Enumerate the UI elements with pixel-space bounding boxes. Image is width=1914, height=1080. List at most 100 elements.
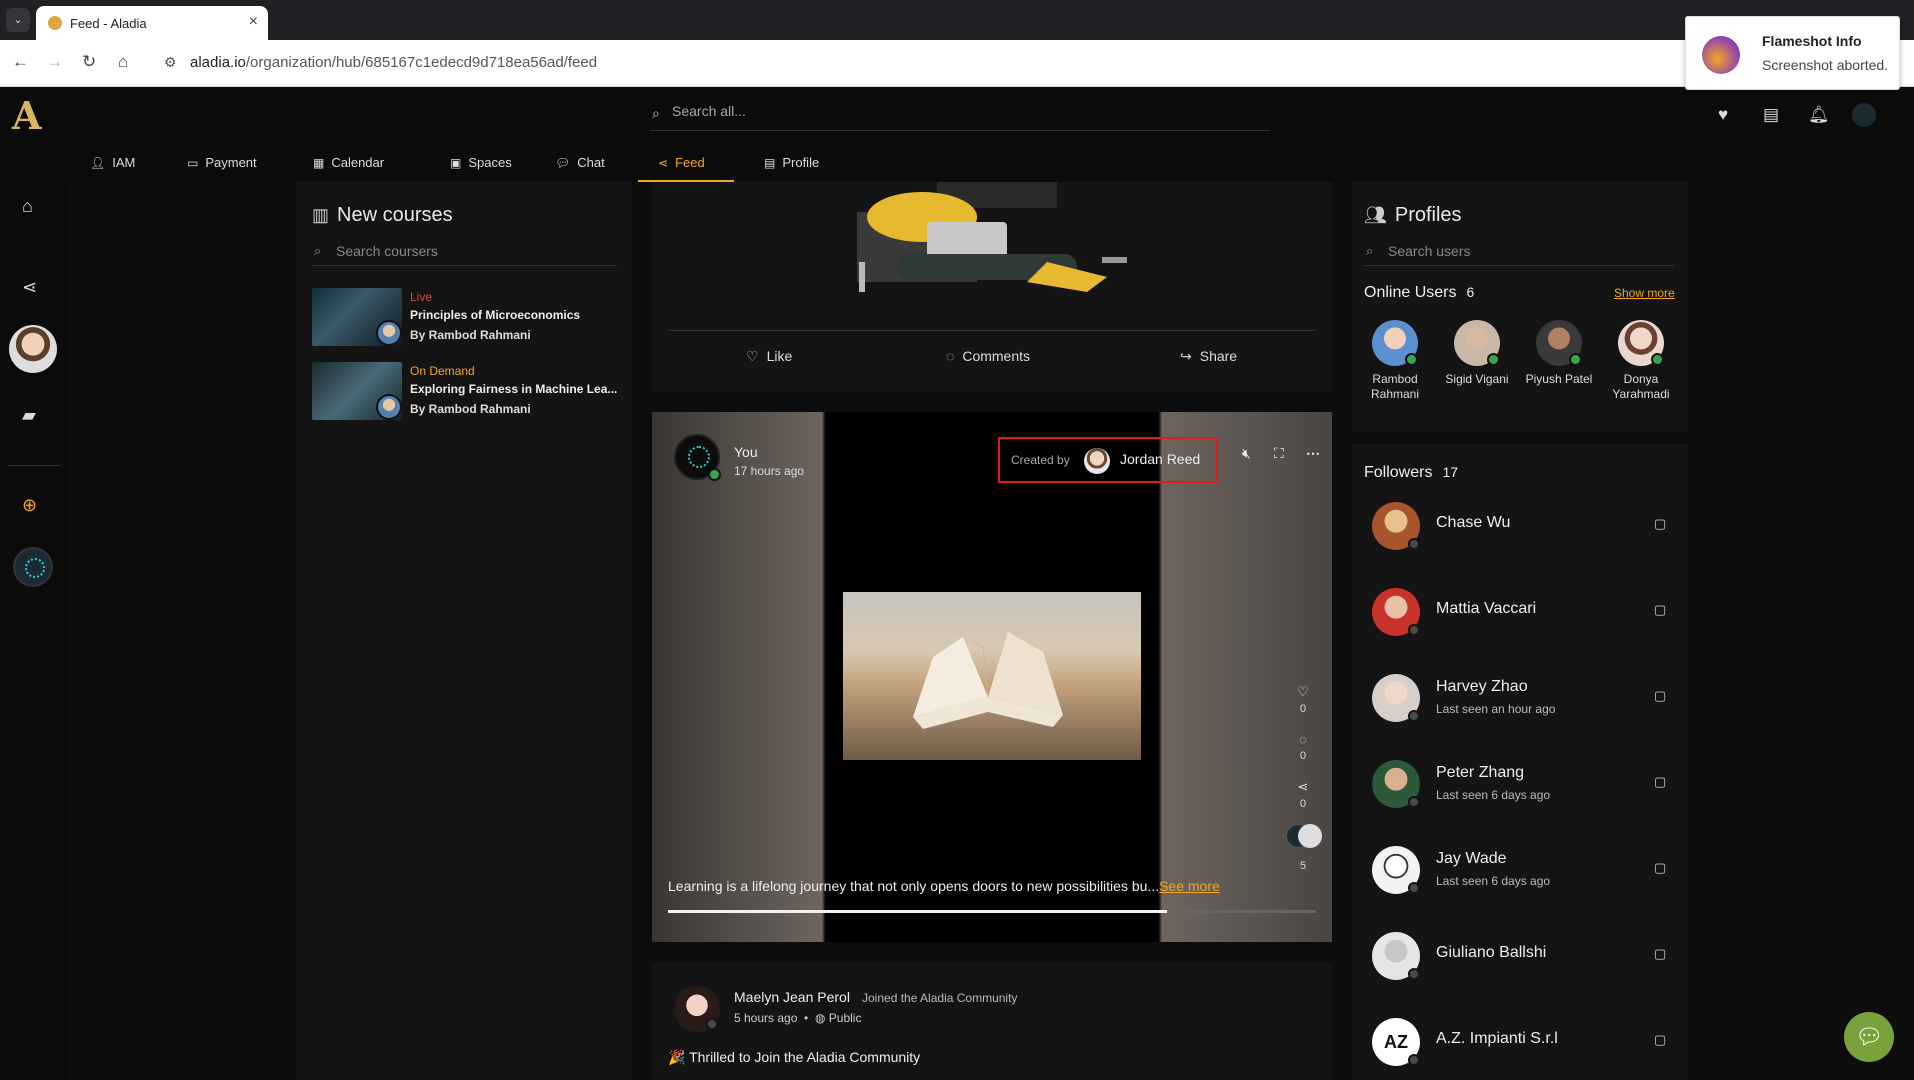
message-icon[interactable]: ▢ bbox=[1654, 1032, 1666, 1048]
follower-avatar bbox=[1372, 674, 1420, 722]
post-timestamp: 17 hours ago bbox=[734, 464, 805, 478]
messages-icon[interactable]: ▤ bbox=[1763, 105, 1779, 125]
menu-item-feed[interactable]: ⋖ Feed bbox=[638, 144, 734, 182]
user-search-input[interactable] bbox=[1388, 243, 1648, 259]
follower-item[interactable]: Mattia Vaccari ▢ bbox=[1372, 588, 1672, 638]
menu-item-calendar[interactable]: ▦ Calendar bbox=[313, 144, 384, 182]
created-by-badge[interactable]: Created by Jordan Reed bbox=[998, 437, 1218, 483]
organization-avatar[interactable] bbox=[13, 547, 53, 587]
video-views: 5 bbox=[1299, 860, 1307, 872]
post-body: 🎉 Thrilled to Join the Aladia Community bbox=[668, 1049, 921, 1065]
tab-list-dropdown[interactable]: ⌄ bbox=[6, 8, 30, 32]
offline-status-dot bbox=[1408, 882, 1420, 894]
back-icon[interactable]: ← bbox=[12, 52, 29, 72]
section-divider bbox=[1352, 432, 1688, 444]
post-author-name[interactable]: Maelyn Jean Perol bbox=[734, 989, 850, 1005]
reload-icon[interactable]: ↻ bbox=[82, 52, 96, 72]
post-author-name[interactable]: You bbox=[734, 444, 758, 460]
video-caption: Learning is a lifelong journey that not … bbox=[668, 878, 1220, 894]
aladia-logo-icon[interactable]: A bbox=[12, 93, 56, 139]
site-info-icon[interactable]: ⚙ bbox=[164, 54, 177, 71]
message-icon[interactable]: ▢ bbox=[1654, 774, 1666, 790]
add-icon[interactable]: ⊕ bbox=[22, 495, 37, 516]
aladia-app: A ⌕ ♥ ▤ 🔔︎ 👤︎IAM ▭Payment ▦Calendar ▣Spa… bbox=[0, 87, 1914, 1080]
message-icon[interactable]: ▢ bbox=[1654, 602, 1666, 618]
menu-item-spaces[interactable]: ▣ Spaces bbox=[450, 144, 512, 182]
profiles-panel: 👥︎Profiles ⌕ Online Users6 Show more Ram… bbox=[1352, 182, 1688, 1080]
mute-icon[interactable]: 🔇︎ bbox=[1242, 445, 1251, 462]
store-icon[interactable]: ⌂ bbox=[22, 196, 33, 217]
see-more-link[interactable]: See more bbox=[1159, 878, 1220, 894]
globe-icon: ◍ bbox=[814, 1011, 826, 1025]
video-frame[interactable] bbox=[843, 592, 1141, 760]
follower-avatar bbox=[1372, 846, 1420, 894]
notification-message: Screenshot aborted. bbox=[1762, 57, 1889, 73]
post-visibility: Public bbox=[828, 1011, 862, 1025]
video-post-card[interactable]: You 17 hours ago Created by Jordan Reed … bbox=[652, 412, 1332, 942]
forward-icon[interactable]: → bbox=[46, 52, 63, 72]
online-user[interactable]: Donya Yarahmadi bbox=[1600, 320, 1682, 402]
post-author-avatar[interactable] bbox=[674, 434, 721, 481]
course-search-input[interactable] bbox=[336, 243, 596, 259]
show-more-link[interactable]: Show more bbox=[1614, 286, 1675, 300]
offline-status-dot bbox=[706, 1018, 718, 1030]
course-item[interactable]: On Demand Exploring Fairness in Machine … bbox=[312, 362, 630, 422]
bell-icon[interactable]: 🔔︎ bbox=[1808, 105, 1830, 125]
follower-item[interactable]: Chase Wu ▢ bbox=[1372, 502, 1672, 552]
support-chat-button[interactable]: 💬︎ bbox=[1844, 1012, 1894, 1062]
video-progress-fill bbox=[668, 910, 1167, 913]
offline-status-dot bbox=[1408, 710, 1420, 722]
fullscreen-icon[interactable]: ⛶ bbox=[1274, 445, 1284, 462]
online-user[interactable]: Piyush Patel bbox=[1518, 320, 1600, 387]
share-icon[interactable]: ⋖ bbox=[22, 277, 37, 298]
menu-item-iam[interactable]: 👤︎ IAM bbox=[90, 144, 135, 182]
course-search[interactable]: ⌕ bbox=[312, 240, 617, 266]
video-likes[interactable]: ♡ 0 bbox=[1288, 684, 1318, 715]
online-user[interactable]: Rambod Rahmani bbox=[1354, 320, 1436, 402]
flameshot-logo-icon bbox=[1702, 36, 1740, 74]
like-button[interactable]: ♡ Like bbox=[746, 348, 792, 365]
global-search-input[interactable] bbox=[672, 103, 1232, 119]
flameshot-notification[interactable]: Flameshot Info Screenshot aborted. bbox=[1685, 16, 1900, 90]
org-avatar-icon[interactable] bbox=[1852, 103, 1876, 127]
courses-icon[interactable]: ▰ bbox=[22, 405, 36, 426]
search-icon: ⌕ bbox=[314, 243, 322, 258]
browser-tab[interactable]: Feed - Aladia × bbox=[36, 6, 268, 40]
follower-item[interactable]: Giuliano Ballshi ▢ bbox=[1372, 932, 1672, 982]
course-item[interactable]: Live Principles of Microeconomics By Ram… bbox=[312, 288, 630, 348]
more-options-icon[interactable]: ⋯ bbox=[1306, 445, 1320, 462]
menu-item-profile[interactable]: ▤ Profile bbox=[764, 144, 819, 182]
share-button[interactable]: ↪ Share bbox=[1180, 348, 1237, 365]
comments-button[interactable]: ◌ Comments bbox=[946, 348, 1030, 364]
viewers-avatars[interactable] bbox=[1284, 824, 1324, 854]
user-avatar bbox=[1454, 320, 1500, 366]
heart-icon[interactable]: ♥ bbox=[1718, 105, 1728, 125]
notification-title: Flameshot Info bbox=[1762, 33, 1862, 49]
url-field[interactable]: aladia.io/organization/hub/685167c1edecd… bbox=[190, 54, 597, 71]
offline-status-dot bbox=[1408, 538, 1420, 550]
menu-item-chat[interactable]: 💬︎ Chat bbox=[555, 144, 605, 182]
video-shares[interactable]: ⋖ 0 bbox=[1288, 779, 1318, 810]
creator-avatar bbox=[1084, 448, 1110, 474]
course-badge: Live bbox=[410, 290, 433, 304]
user-search[interactable]: ⌕ bbox=[1364, 240, 1674, 266]
new-courses-title: ▥ New courses bbox=[312, 204, 453, 226]
home-icon[interactable]: ⌂ bbox=[118, 52, 128, 72]
video-progress-bar[interactable] bbox=[668, 910, 1316, 913]
follower-item[interactable]: Harvey Zhao Last seen an hour ago ▢ bbox=[1372, 674, 1672, 724]
message-icon[interactable]: ▢ bbox=[1654, 860, 1666, 876]
follower-item[interactable]: AZ A.Z. Impianti S.r.l ▢ bbox=[1372, 1018, 1672, 1068]
menu-item-payment[interactable]: ▭ Payment bbox=[187, 144, 257, 182]
online-user[interactable]: Sigid Vigani bbox=[1436, 320, 1518, 387]
close-tab-icon[interactable]: × bbox=[249, 13, 258, 31]
post-author-avatar[interactable] bbox=[674, 986, 720, 1032]
follower-item[interactable]: Jay Wade Last seen 6 days ago ▢ bbox=[1372, 846, 1672, 896]
sidebar-divider bbox=[8, 465, 60, 466]
message-icon[interactable]: ▢ bbox=[1654, 946, 1666, 962]
global-search[interactable]: ⌕ bbox=[650, 99, 1270, 131]
message-icon[interactable]: ▢ bbox=[1654, 516, 1666, 532]
video-comments[interactable]: ◌ 0 bbox=[1288, 732, 1318, 762]
message-icon[interactable]: ▢ bbox=[1654, 688, 1666, 704]
user-avatar[interactable] bbox=[9, 325, 57, 373]
follower-item[interactable]: Peter Zhang Last seen 6 days ago ▢ bbox=[1372, 760, 1672, 810]
